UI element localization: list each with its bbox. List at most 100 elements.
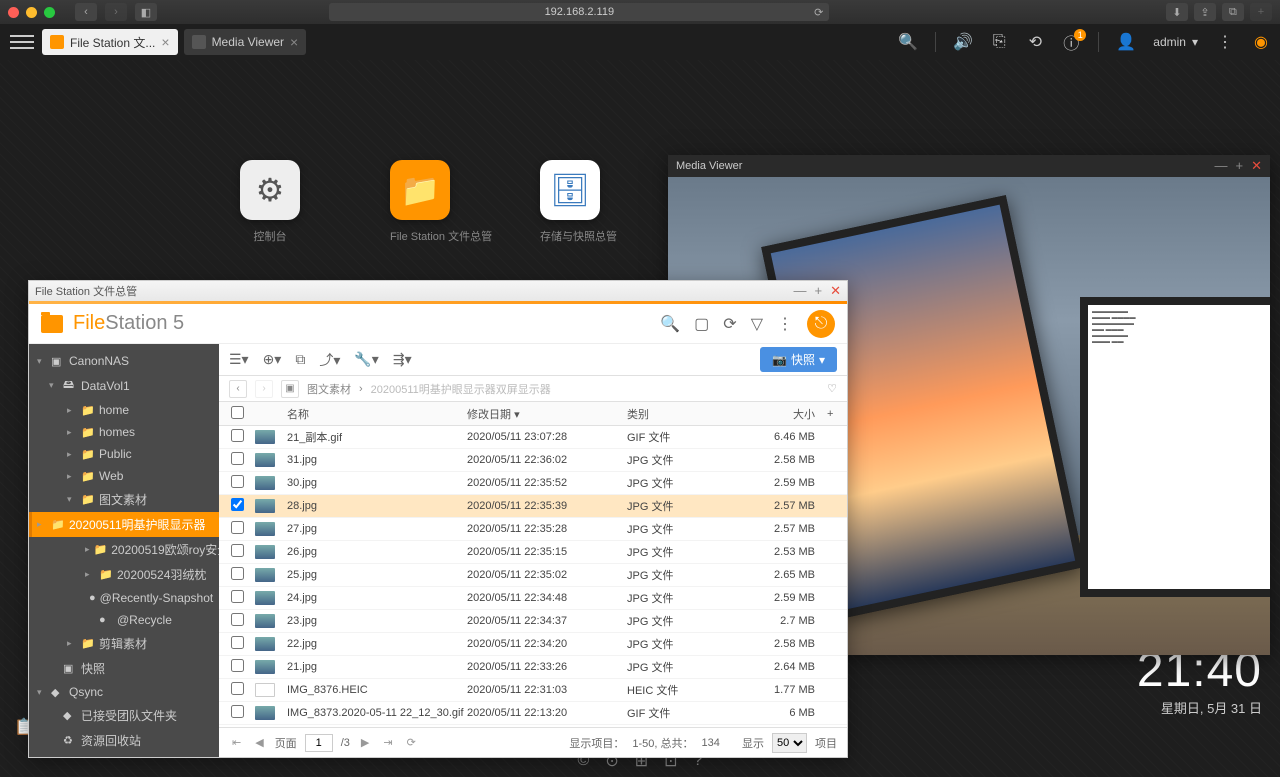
tree-item[interactable]: ▾▣CanonNAS	[29, 350, 219, 372]
tree-item[interactable]: ▸📁Web	[29, 465, 219, 487]
expand-icon[interactable]: ▸	[37, 519, 47, 530]
close-icon[interactable]: ✕	[830, 283, 841, 299]
file-row[interactable]: 25.jpg2020/05/11 22:35:02JPG 文件2.65 MB	[219, 564, 847, 587]
downloads-icon[interactable]: ⬇	[1166, 3, 1188, 21]
tree-item[interactable]: ●@Recently-Snapshot	[29, 587, 219, 609]
breadcrumb-segment[interactable]: 图文素材	[307, 381, 351, 397]
tasks-icon[interactable]: ⎘	[990, 33, 1008, 51]
file-row[interactable]: 21_副本.gif2020/05/11 23:07:28GIF 文件6.46 M…	[219, 426, 847, 449]
dashboard-icon[interactable]: ◉	[1252, 33, 1270, 51]
favorite-icon[interactable]: ♡	[827, 382, 837, 395]
desktop-app-icon[interactable]: 📁	[390, 160, 450, 220]
more-icon[interactable]: ⋮	[777, 314, 793, 334]
address-bar[interactable]: 192.168.2.119 ⟳	[329, 3, 829, 21]
expand-icon[interactable]: ▸	[67, 405, 77, 416]
user-icon[interactable]: 👤	[1117, 33, 1135, 51]
copy-button[interactable]: ⧉	[295, 351, 305, 368]
nav-back-icon[interactable]: ‹	[229, 380, 247, 398]
expand-icon[interactable]: ▾	[37, 356, 47, 367]
file-row[interactable]: 26.jpg2020/05/11 22:35:15JPG 文件2.53 MB	[219, 541, 847, 564]
tree-item[interactable]: ▾◆Qsync	[29, 681, 219, 703]
next-page-icon[interactable]: ▶	[358, 736, 372, 749]
tree-item[interactable]: ▸📁剪辑素材	[29, 631, 219, 656]
desktop-app-icon[interactable]: ⚙	[240, 160, 300, 220]
new-tab-icon[interactable]: +	[1250, 3, 1272, 21]
share-icon[interactable]: ⇪	[1194, 3, 1216, 21]
close-window-icon[interactable]	[8, 7, 19, 18]
row-checkbox[interactable]	[231, 590, 244, 603]
col-name[interactable]: 名称	[283, 406, 467, 422]
file-row[interactable]: 23.jpg2020/05/11 22:34:37JPG 文件2.7 MB	[219, 610, 847, 633]
maximize-icon[interactable]: +	[815, 283, 823, 299]
row-checkbox[interactable]	[231, 475, 244, 488]
file-row[interactable]: 24.jpg2020/05/11 22:34:48JPG 文件2.59 MB	[219, 587, 847, 610]
search-icon[interactable]: 🔍	[660, 314, 680, 334]
row-checkbox[interactable]	[231, 544, 244, 557]
row-checkbox[interactable]	[231, 705, 244, 718]
close-tab-icon[interactable]: ×	[290, 34, 298, 50]
more-icon[interactable]: ⋮	[1216, 33, 1234, 51]
file-row[interactable]: 31.jpg2020/05/11 22:36:02JPG 文件2.58 MB	[219, 449, 847, 472]
tree-item[interactable]: ▸◆分享链接管理	[29, 753, 219, 757]
col-size[interactable]: 大小	[747, 406, 827, 422]
tree-item[interactable]: ▸📁20200524羽绒枕	[29, 562, 219, 587]
expand-icon[interactable]: ▾	[67, 494, 77, 505]
row-checkbox[interactable]	[231, 659, 244, 672]
file-row[interactable]: 30.jpg2020/05/11 22:35:52JPG 文件2.59 MB	[219, 472, 847, 495]
row-checkbox[interactable]	[231, 429, 244, 442]
sidebar-button[interactable]: ◧	[135, 3, 157, 21]
tree-item[interactable]: ▾📁图文素材	[29, 487, 219, 512]
select-all-checkbox[interactable]	[231, 406, 244, 419]
tree-item[interactable]: ▣快照	[29, 656, 219, 681]
info-icon[interactable]: ⓘ1	[1062, 33, 1080, 51]
tree-item[interactable]: ♻资源回收站	[29, 728, 219, 753]
last-page-icon[interactable]: ⇥	[380, 736, 395, 749]
row-checkbox[interactable]	[231, 521, 244, 534]
menu-icon[interactable]	[10, 30, 34, 54]
create-button[interactable]: ⊕▾	[263, 351, 282, 368]
row-checkbox[interactable]	[231, 498, 244, 511]
expand-icon[interactable]: ▸	[67, 638, 77, 649]
file-row[interactable]: IMG_8376.HEIC2020/05/11 22:31:03HEIC 文件1…	[219, 679, 847, 702]
tools-button[interactable]: 🔧▾	[354, 351, 378, 368]
file-row[interactable]: 27.jpg2020/05/11 22:35:28JPG 文件2.57 MB	[219, 518, 847, 541]
app-tab[interactable]: Media Viewer×	[184, 29, 307, 55]
media-viewer-titlebar[interactable]: Media Viewer — + ✕	[668, 155, 1270, 177]
forward-button[interactable]: ›	[105, 3, 127, 21]
desktop-app-icon[interactable]: 🗄	[540, 160, 600, 220]
cast-icon[interactable]: ▢	[694, 314, 709, 334]
file-row[interactable]: 28.jpg2020/05/11 22:35:39JPG 文件2.57 MB	[219, 495, 847, 518]
row-checkbox[interactable]	[231, 567, 244, 580]
maximize-icon[interactable]: +	[1236, 158, 1244, 174]
row-checkbox[interactable]	[231, 452, 244, 465]
col-date[interactable]: 修改日期 ▾	[467, 406, 627, 422]
row-checkbox[interactable]	[231, 613, 244, 626]
reload-icon[interactable]: ⟳	[814, 6, 823, 19]
file-station-titlebar[interactable]: File Station 文件总管 — + ✕	[29, 281, 847, 301]
remote-icon[interactable]: ⎋	[807, 310, 835, 338]
search-icon[interactable]: 🔍	[899, 33, 917, 51]
view-mode-button[interactable]: ☰▾	[229, 351, 249, 368]
upload-button[interactable]: ⤴▾	[319, 350, 340, 370]
col-type[interactable]: 类别	[627, 406, 747, 422]
row-checkbox[interactable]	[231, 636, 244, 649]
minimize-window-icon[interactable]	[26, 7, 37, 18]
volume-icon[interactable]: 🔊	[954, 33, 972, 51]
tree-item[interactable]: ▸📁Public	[29, 443, 219, 465]
expand-icon[interactable]: ▸	[85, 544, 90, 555]
tree-item[interactable]: ●@Recycle	[29, 609, 219, 631]
expand-icon[interactable]: ▸	[67, 427, 77, 438]
snapshot-button[interactable]: 📷 快照 ▾	[760, 347, 837, 372]
user-menu[interactable]: admin▾	[1153, 35, 1198, 49]
back-button[interactable]: ‹	[75, 3, 97, 21]
file-row[interactable]: 22.jpg2020/05/11 22:34:20JPG 文件2.58 MB	[219, 633, 847, 656]
page-input[interactable]	[305, 734, 333, 752]
col-add-icon[interactable]: +	[827, 408, 847, 420]
tree-item[interactable]: ◆已接受团队文件夹	[29, 703, 219, 728]
close-icon[interactable]: ✕	[1251, 158, 1262, 174]
nav-forward-icon[interactable]: ›	[255, 380, 273, 398]
first-page-icon[interactable]: ⇤	[229, 736, 244, 749]
tree-item[interactable]: ▸📁20200519欧颂roy安全座	[29, 537, 219, 562]
refresh-icon[interactable]: ⟳	[723, 314, 736, 334]
expand-icon[interactable]: ▾	[37, 687, 47, 698]
